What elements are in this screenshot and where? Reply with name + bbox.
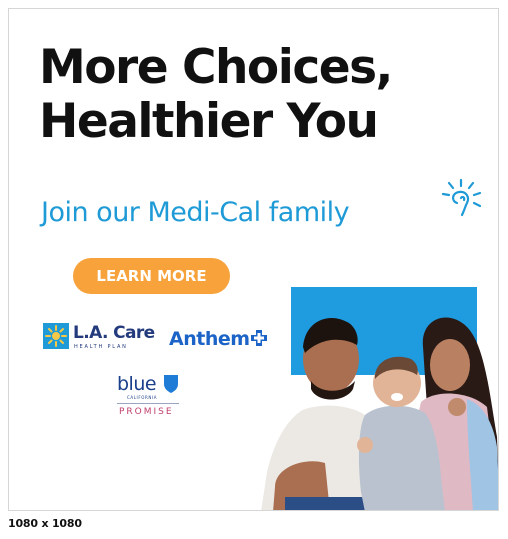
- blue-shield-promise-logo: blue CALIFORNIA PROMISE: [117, 373, 197, 421]
- lacare-logo: L.A. Care HEALTH PLAN: [43, 323, 155, 353]
- blue-shield-icon: [164, 375, 178, 393]
- promise-divider: [117, 403, 179, 404]
- lacare-sun-logo-icon: [43, 323, 69, 349]
- blue-wordmark: blue: [117, 373, 157, 395]
- promise-label: PROMISE: [119, 407, 174, 417]
- anthem-name: Anthem: [169, 328, 250, 350]
- headline-line-1: More Choices,: [39, 40, 393, 95]
- size-label: 1080 x 1080: [8, 517, 82, 530]
- learn-more-button[interactable]: LEARN MORE: [73, 258, 230, 294]
- lacare-subtitle: HEALTH PLAN: [74, 344, 128, 350]
- lacare-name: L.A. Care: [73, 323, 155, 343]
- headline: More Choices, Healthier You: [39, 40, 393, 149]
- ad-banner[interactable]: More Choices, Healthier You Join our Med…: [8, 8, 499, 511]
- family-photo: [261, 287, 498, 510]
- headline-line-2: Healthier You: [39, 94, 379, 149]
- sun-icon: [441, 178, 482, 217]
- california-label: CALIFORNIA: [127, 395, 158, 400]
- tagline: Join our Medi-Cal family: [41, 197, 350, 228]
